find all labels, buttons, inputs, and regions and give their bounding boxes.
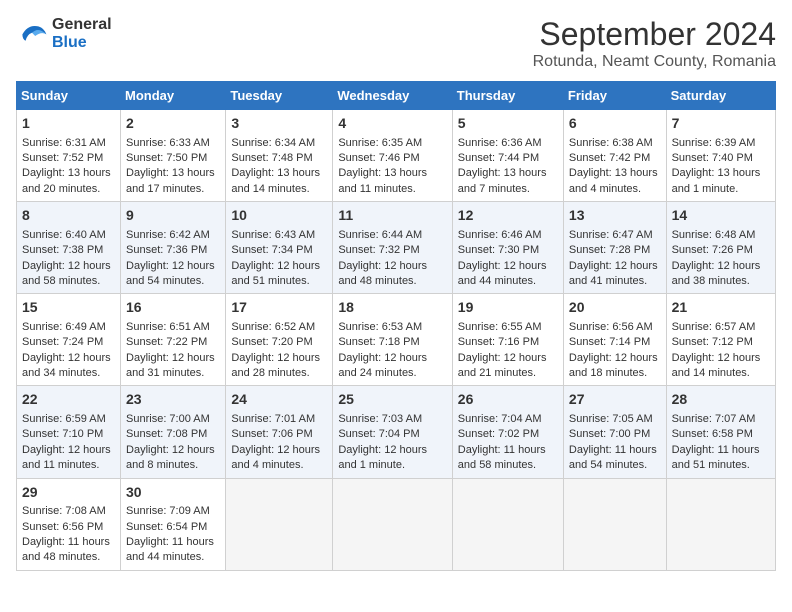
table-row: 12Sunrise: 6:46 AMSunset: 7:30 PMDayligh… xyxy=(452,202,563,294)
table-row: 27Sunrise: 7:05 AMSunset: 7:00 PMDayligh… xyxy=(563,386,666,478)
table-row: 3Sunrise: 6:34 AMSunset: 7:48 PMDaylight… xyxy=(226,110,333,202)
table-row: 21Sunrise: 6:57 AMSunset: 7:12 PMDayligh… xyxy=(666,294,775,386)
table-row: 9Sunrise: 6:42 AMSunset: 7:36 PMDaylight… xyxy=(121,202,226,294)
table-row: 2Sunrise: 6:33 AMSunset: 7:50 PMDaylight… xyxy=(121,110,226,202)
col-friday: Friday xyxy=(563,82,666,110)
table-row: 5Sunrise: 6:36 AMSunset: 7:44 PMDaylight… xyxy=(452,110,563,202)
week-row-2: 8Sunrise: 6:40 AMSunset: 7:38 PMDaylight… xyxy=(17,202,776,294)
table-row: 4Sunrise: 6:35 AMSunset: 7:46 PMDaylight… xyxy=(333,110,452,202)
table-row xyxy=(563,478,666,570)
table-row: 19Sunrise: 6:55 AMSunset: 7:16 PMDayligh… xyxy=(452,294,563,386)
table-row: 6Sunrise: 6:38 AMSunset: 7:42 PMDaylight… xyxy=(563,110,666,202)
table-row xyxy=(333,478,452,570)
page-title: September 2024 xyxy=(533,16,776,53)
table-row: 11Sunrise: 6:44 AMSunset: 7:32 PMDayligh… xyxy=(333,202,452,294)
table-row: 26Sunrise: 7:04 AMSunset: 7:02 PMDayligh… xyxy=(452,386,563,478)
week-row-4: 22Sunrise: 6:59 AMSunset: 7:10 PMDayligh… xyxy=(17,386,776,478)
table-row: 16Sunrise: 6:51 AMSunset: 7:22 PMDayligh… xyxy=(121,294,226,386)
calendar-table: Sunday Monday Tuesday Wednesday Thursday… xyxy=(16,81,776,571)
col-monday: Monday xyxy=(121,82,226,110)
table-row: 29Sunrise: 7:08 AMSunset: 6:56 PMDayligh… xyxy=(17,478,121,570)
table-row: 18Sunrise: 6:53 AMSunset: 7:18 PMDayligh… xyxy=(333,294,452,386)
col-wednesday: Wednesday xyxy=(333,82,452,110)
table-row: 20Sunrise: 6:56 AMSunset: 7:14 PMDayligh… xyxy=(563,294,666,386)
table-row: 13Sunrise: 6:47 AMSunset: 7:28 PMDayligh… xyxy=(563,202,666,294)
page-header: General Blue September 2024 Rotunda, Nea… xyxy=(16,16,776,71)
col-saturday: Saturday xyxy=(666,82,775,110)
title-section: September 2024 Rotunda, Neamt County, Ro… xyxy=(533,16,776,71)
week-row-5: 29Sunrise: 7:08 AMSunset: 6:56 PMDayligh… xyxy=(17,478,776,570)
table-row: 17Sunrise: 6:52 AMSunset: 7:20 PMDayligh… xyxy=(226,294,333,386)
col-tuesday: Tuesday xyxy=(226,82,333,110)
table-row: 14Sunrise: 6:48 AMSunset: 7:26 PMDayligh… xyxy=(666,202,775,294)
table-row: 23Sunrise: 7:00 AMSunset: 7:08 PMDayligh… xyxy=(121,386,226,478)
table-row: 25Sunrise: 7:03 AMSunset: 7:04 PMDayligh… xyxy=(333,386,452,478)
week-row-3: 15Sunrise: 6:49 AMSunset: 7:24 PMDayligh… xyxy=(17,294,776,386)
table-row: 7Sunrise: 6:39 AMSunset: 7:40 PMDaylight… xyxy=(666,110,775,202)
table-row: 10Sunrise: 6:43 AMSunset: 7:34 PMDayligh… xyxy=(226,202,333,294)
table-row: 22Sunrise: 6:59 AMSunset: 7:10 PMDayligh… xyxy=(17,386,121,478)
table-row: 15Sunrise: 6:49 AMSunset: 7:24 PMDayligh… xyxy=(17,294,121,386)
table-row: 1Sunrise: 6:31 AMSunset: 7:52 PMDaylight… xyxy=(17,110,121,202)
col-thursday: Thursday xyxy=(452,82,563,110)
table-row xyxy=(226,478,333,570)
table-row: 28Sunrise: 7:07 AMSunset: 6:58 PMDayligh… xyxy=(666,386,775,478)
col-sunday: Sunday xyxy=(17,82,121,110)
table-row xyxy=(666,478,775,570)
table-row: 30Sunrise: 7:09 AMSunset: 6:54 PMDayligh… xyxy=(121,478,226,570)
table-row: 24Sunrise: 7:01 AMSunset: 7:06 PMDayligh… xyxy=(226,386,333,478)
week-row-1: 1Sunrise: 6:31 AMSunset: 7:52 PMDaylight… xyxy=(17,110,776,202)
logo: General Blue xyxy=(16,16,112,52)
logo-text: General Blue xyxy=(52,16,112,52)
logo-icon xyxy=(16,20,48,48)
page-subtitle: Rotunda, Neamt County, Romania xyxy=(533,53,776,71)
table-row xyxy=(452,478,563,570)
table-row: 8Sunrise: 6:40 AMSunset: 7:38 PMDaylight… xyxy=(17,202,121,294)
header-row: Sunday Monday Tuesday Wednesday Thursday… xyxy=(17,82,776,110)
